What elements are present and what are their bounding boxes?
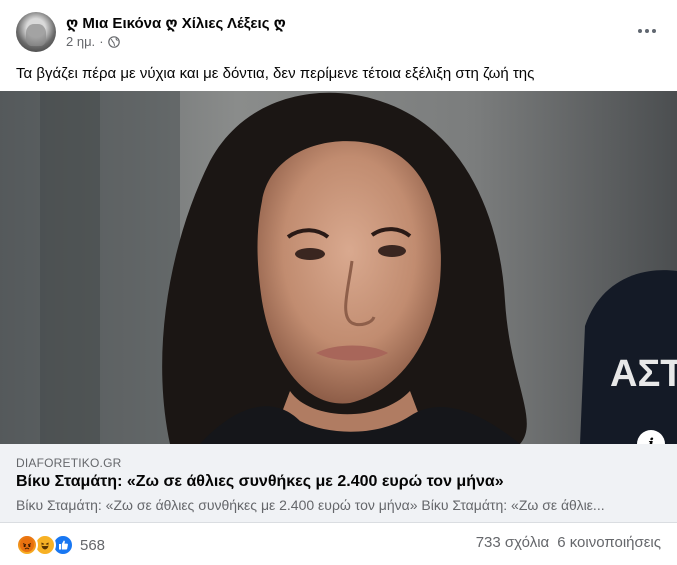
- link-preview[interactable]: DIAFORETIKO.GR Βίκυ Σταμάτη: «Ζω σε άθλι…: [0, 444, 677, 523]
- post-header: ღ Μια Εικόνα ღ Χίλιες Λέξεις ღ 2 ημ. ·: [16, 12, 661, 52]
- page-avatar[interactable]: [16, 12, 56, 52]
- reactions-summary[interactable]: 568: [16, 534, 105, 556]
- engagement-stats: 733 σχόλια 6 κοινοποιήσεις: [476, 534, 661, 551]
- angry-icon: [16, 534, 38, 556]
- post-card: ღ Μια Εικόνα ღ Χίλιες Λέξεις ღ 2 ημ. · Τ…: [0, 0, 677, 565]
- link-title[interactable]: Βίκυ Σταμάτη: «Ζω σε άθλιες συνθήκες με …: [16, 473, 504, 491]
- meta-separator: ·: [99, 34, 104, 49]
- page-name[interactable]: ღ Μια Εικόνα ღ Χίλιες Λέξεις ღ: [66, 14, 286, 32]
- post-photo[interactable]: ΑΣΤ: [0, 91, 677, 444]
- link-domain: DIAFORETIKO.GR: [16, 456, 122, 470]
- globe-icon[interactable]: [107, 35, 120, 48]
- post-footer: 568 733 σχόλια 6 κοινοποιήσεις: [16, 534, 661, 556]
- post-time[interactable]: 2 ημ.: [66, 34, 95, 49]
- shares-count[interactable]: 6 κοινοποιήσεις: [557, 534, 661, 551]
- post-meta: 2 ημ. ·: [66, 34, 120, 49]
- more-options-icon[interactable]: [633, 20, 661, 42]
- photo-overlay-text: ΑΣΤ: [610, 353, 677, 395]
- link-description: Βίκυ Σταμάτη: «Ζω σε άθλιες συνθήκες με …: [16, 497, 605, 513]
- post-caption: Τα βγάζει πέρα με νύχια και με δόντια, δ…: [16, 65, 535, 82]
- reaction-count[interactable]: 568: [80, 537, 105, 554]
- comments-count[interactable]: 733 σχόλια: [476, 534, 549, 551]
